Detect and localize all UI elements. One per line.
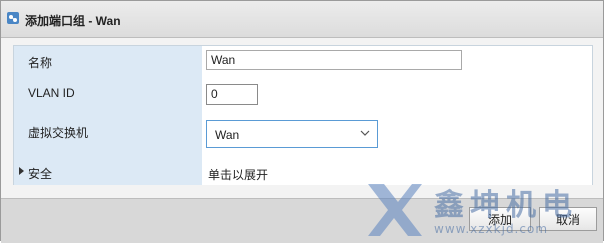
port-group-icon — [7, 12, 19, 24]
expand-arrow-icon[interactable] — [19, 167, 24, 175]
form-row-vswitch: 虚拟交换机 Wan — [14, 113, 592, 159]
security-label[interactable]: 安全 — [28, 165, 52, 182]
dialog-titlebar: 添加端口组 - Wan — [1, 1, 603, 38]
dialog-title: 添加端口组 - Wan — [25, 14, 121, 28]
add-port-group-dialog: 添加端口组 - Wan 名称 Wan VLAN ID 0 虚拟交换机 Wan 安… — [0, 0, 604, 243]
vlan-id-input[interactable]: 0 — [206, 84, 258, 105]
add-button[interactable]: 添加 — [469, 207, 531, 231]
vswitch-label: 虚拟交换机 — [28, 126, 89, 140]
vlan-id-label: VLAN ID — [28, 86, 75, 100]
form-row-security[interactable]: 安全 单击以展开 — [14, 158, 592, 185]
chevron-down-icon — [360, 130, 370, 136]
port-group-form: 名称 Wan VLAN ID 0 虚拟交换机 Wan 安全 单击以展开 — [13, 45, 593, 185]
dialog-footer: 添加 取消 — [1, 198, 603, 243]
form-row-vlan: VLAN ID 0 — [14, 76, 592, 114]
vswitch-select[interactable]: Wan — [206, 120, 378, 148]
name-label: 名称 — [28, 56, 53, 70]
vswitch-selected-value: Wan — [215, 128, 240, 142]
form-row-name: 名称 Wan — [14, 46, 592, 77]
name-input[interactable]: Wan — [206, 50, 462, 70]
security-expand-hint[interactable]: 单击以展开 — [208, 166, 268, 183]
cancel-button[interactable]: 取消 — [539, 207, 597, 231]
